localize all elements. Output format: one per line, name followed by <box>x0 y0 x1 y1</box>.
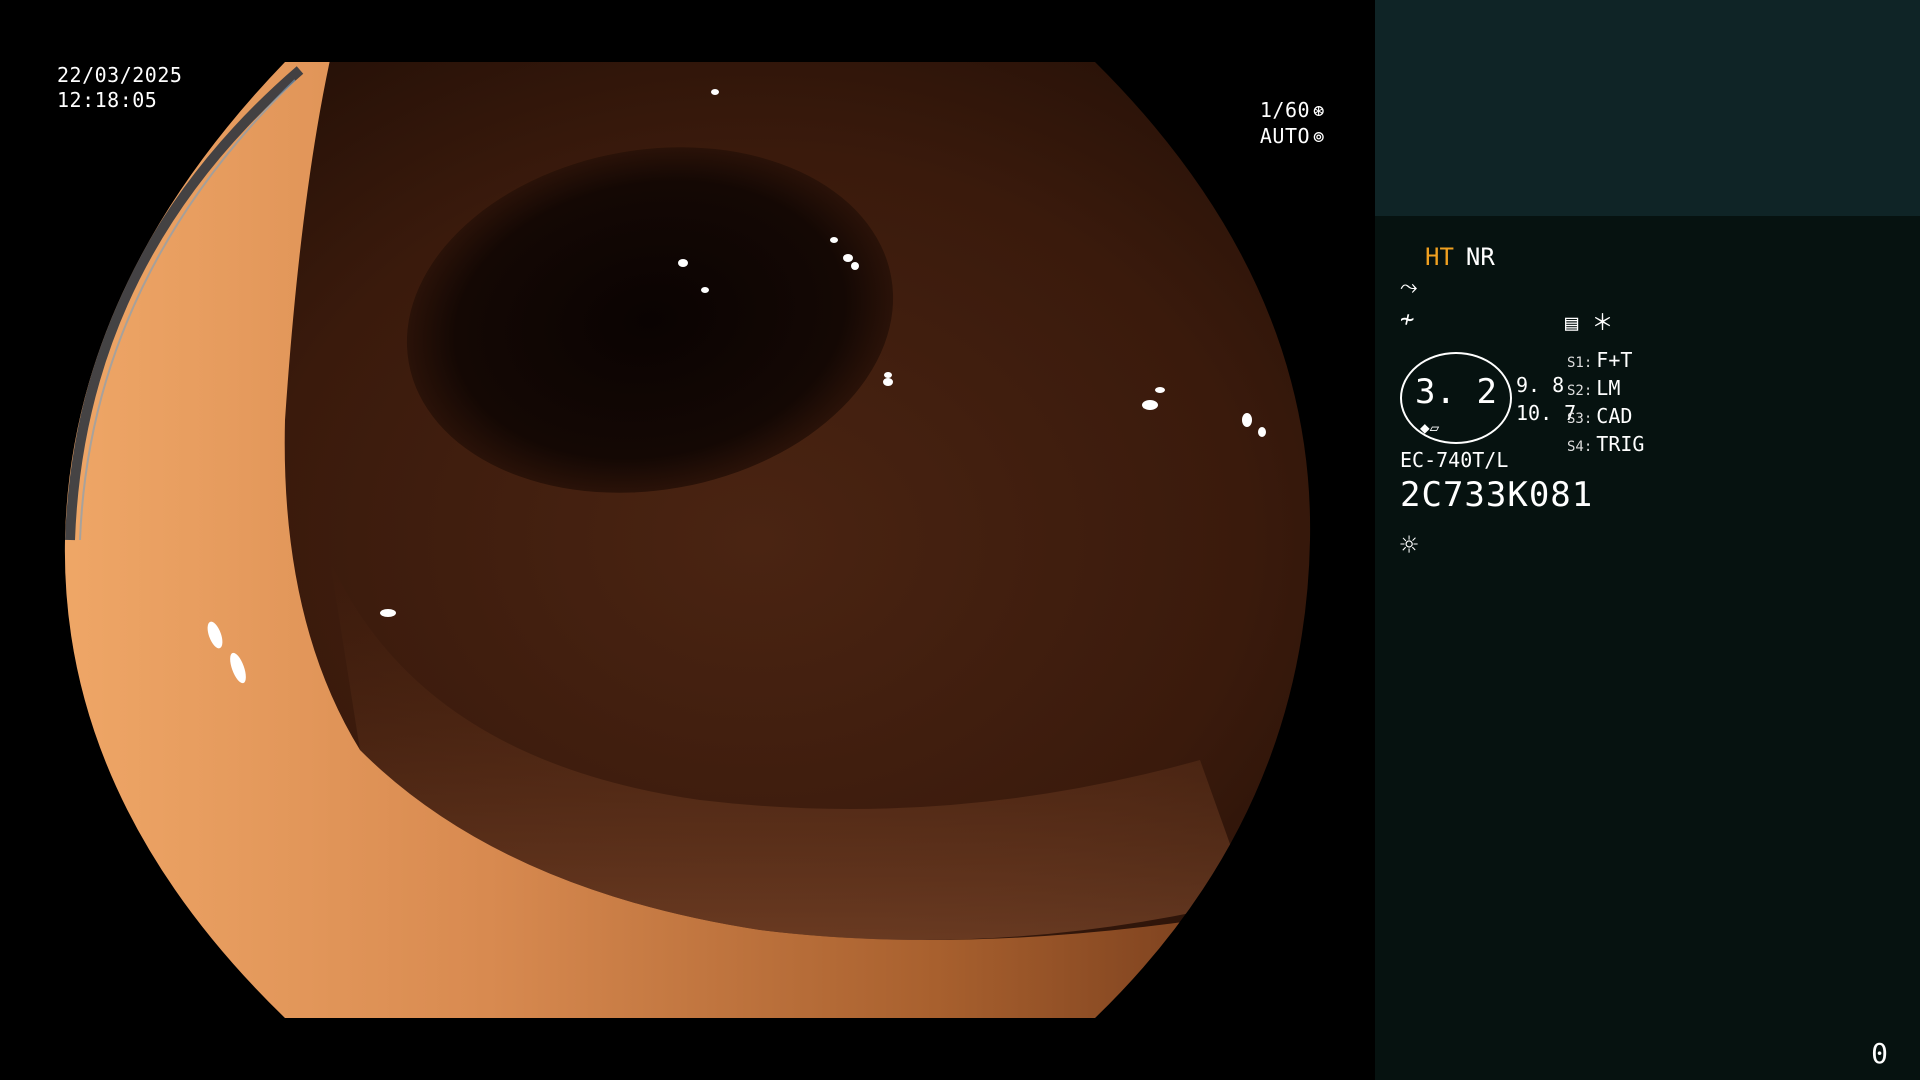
menu-indicator-row: ▤ ＊ <box>1565 305 1614 337</box>
image-mode-row: HT NR <box>1425 243 1495 271</box>
zoom-value: 3. 2 <box>1415 372 1497 412</box>
scope-switch-list: S1: F+T S2: LM S3: CAD S4: TRIG <box>1567 348 1644 460</box>
time-label: 12:18:05 <box>57 88 158 112</box>
date-label: 22/03/2025 <box>57 63 183 87</box>
side-panel-header-area <box>1375 0 1920 216</box>
switch-s3: S3: CAD <box>1567 404 1633 428</box>
structure-icon: ≁ <box>1400 305 1415 333</box>
status-side-panel: HT NR ⤳ ≁ ▤ ＊ 3. 2 ◆▱ 9. 8 10. 7 S1: F+T S… <box>1375 0 1920 1080</box>
shutter-speed-label: 1/60 <box>1259 98 1311 122</box>
aperture-icon: ⊛ <box>1313 100 1325 122</box>
zoom-marker-icon: ◆▱ <box>1420 418 1440 437</box>
frame-counter: 0 <box>1871 1037 1888 1070</box>
switch-s4: S4: TRIG <box>1567 432 1645 456</box>
endoscope-image-view: 22/03/2025 12:18:05 1/60 ⊛ AUTO ⊚ <box>0 0 1375 1080</box>
star-mark: ＊ <box>1591 311 1614 336</box>
scope-serial-number: 2C733K081 <box>1400 475 1594 515</box>
switch-s2: S2: LM <box>1567 376 1621 400</box>
menu-icon: ▤ <box>1565 311 1579 336</box>
exposure-display: 1/60 ⊛ AUTO ⊚ <box>1260 98 1325 150</box>
switch-s1: S1: F+T <box>1567 348 1633 372</box>
endoscopic-image <box>64 62 1311 1018</box>
light-source-icon: ☼ <box>1400 528 1419 563</box>
exposure-mode-label: AUTO <box>1259 124 1311 148</box>
ht-mode-label: HT <box>1425 243 1454 271</box>
tone-curve-icon: ⤳ <box>1400 275 1418 300</box>
zoom-indicator: 3. 2 ◆▱ <box>1400 352 1512 444</box>
nr-mode-label: NR <box>1465 243 1495 271</box>
datetime-display: 22/03/2025 12:18:05 <box>57 63 182 113</box>
scope-model-label: EC-740T/L <box>1400 448 1509 472</box>
iris-icon: ⊚ <box>1313 126 1325 148</box>
